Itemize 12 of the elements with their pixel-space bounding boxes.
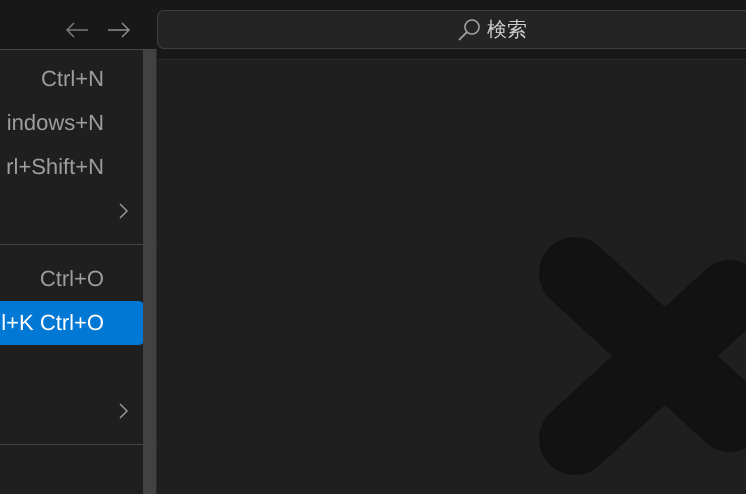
menu-item[interactable]: indows+N: [0, 101, 144, 145]
menu-item[interactable]: Ctrl+N: [0, 57, 144, 101]
menu-item[interactable]: Ctrl+O: [0, 257, 144, 301]
chevron-right-icon: [119, 403, 128, 419]
forward-arrow-icon[interactable]: [107, 20, 131, 38]
search-icon: [457, 18, 481, 42]
menu-item[interactable]: l+K Ctrl+O: [0, 301, 144, 345]
menu-item[interactable]: rl+Shift+N: [0, 145, 144, 189]
chevron-right-icon: [119, 203, 128, 219]
scrollbar[interactable]: [143, 50, 156, 494]
search-field[interactable]: 検索: [157, 10, 746, 49]
back-arrow-icon[interactable]: [65, 20, 89, 38]
